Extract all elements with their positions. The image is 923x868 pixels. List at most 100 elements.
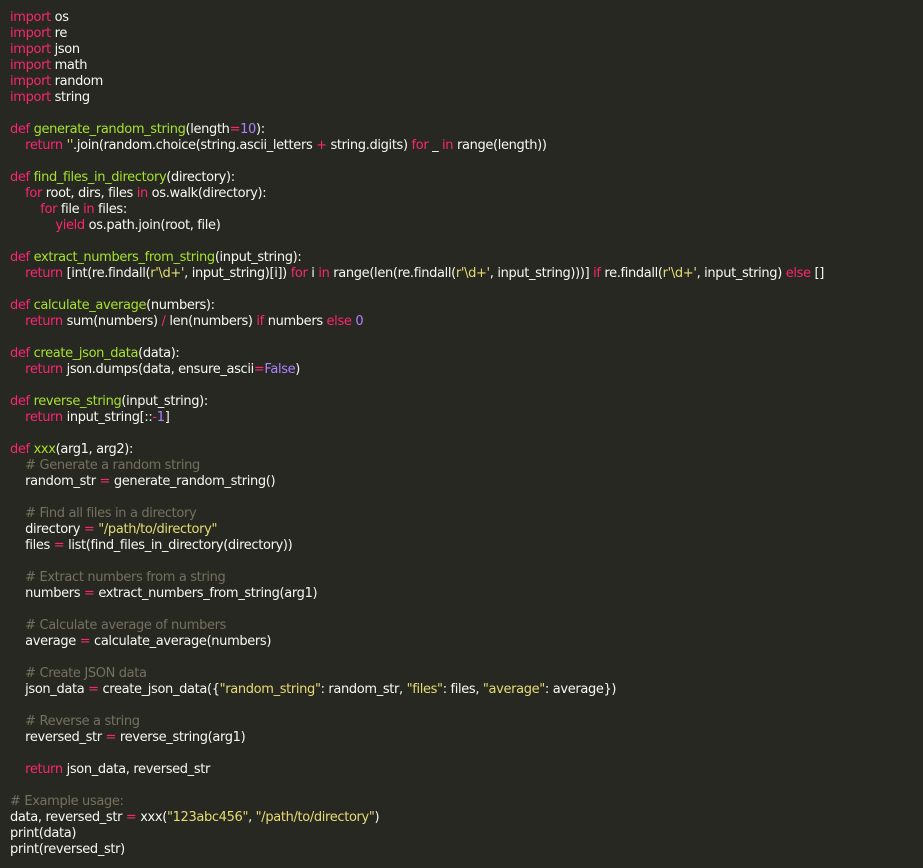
code-text-token: average	[10, 634, 80, 649]
operator-token: =	[83, 586, 95, 601]
keyword-token: in	[318, 266, 330, 281]
code-line: return ''.join(random.choice(string.asci…	[10, 138, 920, 154]
string-token: "average"	[482, 682, 545, 697]
operator-token: =	[83, 522, 95, 537]
code-line: def calculate_average(numbers):	[10, 298, 920, 314]
function-name-token: extract_numbers_from_string	[33, 250, 216, 265]
operator-token: =	[105, 730, 117, 745]
code-text-token: print(data)	[10, 826, 77, 841]
string-token: "files"	[406, 682, 443, 697]
code-text-token: )	[374, 810, 380, 825]
code-editor[interactable]: import os import re import json import math…	[10, 10, 920, 858]
code-line: print(reversed_str)	[10, 842, 920, 858]
keyword-token: return	[25, 762, 63, 777]
code-line: def extract_numbers_from_string(input_st…	[10, 250, 920, 266]
code-text-token: random_str	[10, 474, 100, 489]
code-line: import string	[10, 90, 920, 106]
keyword-token: yield	[55, 218, 85, 233]
code-text-token: .join(random.choice(string.ascii_letters	[73, 138, 317, 153]
code-text-token: data, reversed_str	[10, 810, 126, 825]
code-text-token: generate_random_string()	[110, 474, 276, 489]
comment-token: # Example usage:	[10, 794, 124, 809]
code-line: def xxx(arg1, arg2):	[10, 442, 920, 458]
string-token: "/path/to/directory"	[98, 522, 218, 537]
code-text-token: files:	[94, 202, 127, 217]
code-text-token: len(numbers)	[165, 314, 257, 329]
number-token: 0	[355, 314, 364, 329]
code-line: def reverse_string(input_string):	[10, 394, 920, 410]
code-text-token: calculate_average(numbers)	[90, 634, 272, 649]
code-text-token: (directory):	[166, 170, 235, 185]
keyword-token: if	[256, 314, 264, 329]
operator-token: =	[253, 362, 265, 377]
code-line: def generate_random_string(length=10):	[10, 122, 920, 138]
code-text-token: extract_numbers_from_string(arg1)	[94, 586, 318, 601]
keyword-token: def	[10, 122, 30, 137]
keyword-token: else	[785, 266, 811, 281]
keyword-token: def	[10, 394, 30, 409]
code-text-token: string	[50, 90, 91, 105]
operator-token: +	[316, 138, 327, 153]
function-name-token: reverse_string	[33, 394, 122, 409]
string-token: r'\d+'	[150, 266, 185, 281]
keyword-token: return	[25, 266, 63, 281]
code-line: return json_data, reversed_str	[10, 762, 920, 778]
code-line: return [int(re.findall(r'\d+', input_str…	[10, 266, 920, 282]
code-text-token: json.dumps(data, ensure_ascii	[62, 362, 255, 377]
comment-token: # Create JSON data	[25, 666, 147, 681]
code-text-token: directory	[10, 522, 84, 537]
code-text-token: root, dirs, files	[41, 186, 137, 201]
string-token: "/path/to/directory"	[255, 810, 375, 825]
keyword-token: in	[442, 138, 454, 153]
code-text-token: ,	[248, 810, 256, 825]
code-line: # Extract numbers from a string	[10, 570, 920, 586]
code-text-token: random	[50, 74, 104, 89]
keyword-token: def	[10, 170, 30, 185]
code-text-token: file	[57, 202, 84, 217]
code-text-token: i	[307, 266, 319, 281]
code-line: return sum(numbers) / len(numbers) if nu…	[10, 314, 920, 330]
keyword-token: return	[25, 314, 63, 329]
code-text-token: ):	[255, 122, 265, 137]
keyword-token: import	[10, 58, 51, 73]
code-text-token: : random_str,	[320, 682, 407, 697]
code-line: # Generate a random string	[10, 458, 920, 474]
keyword-token: for	[25, 186, 42, 201]
code-text-token: json	[50, 42, 81, 57]
keyword-token: else	[326, 314, 352, 329]
keyword-token: import	[10, 10, 51, 25]
code-text-token: reversed_str	[10, 730, 106, 745]
code-line: # Find all files in a directory	[10, 506, 920, 522]
code-text-token: input_string[::	[62, 410, 153, 425]
code-line: yield os.path.join(root, file)	[10, 218, 920, 234]
operator-token: =	[53, 538, 65, 553]
code-text-token: create_json_data({	[98, 682, 220, 697]
code-text-token: [int(re.findall(	[62, 266, 151, 281]
code-text-token: json_data, reversed_str	[62, 762, 211, 777]
code-text-token: print(reversed_str)	[10, 842, 125, 857]
code-line: json_data = create_json_data({"random_st…	[10, 682, 920, 698]
code-text-token: math	[50, 58, 88, 73]
code-line: import math	[10, 58, 920, 74]
code-line: random_str = generate_random_string()	[10, 474, 920, 490]
code-text-token: : average})	[544, 682, 617, 697]
function-name-token: find_files_in_directory	[33, 170, 167, 185]
code-text-token: os.walk(directory):	[147, 186, 267, 201]
code-text-token: sum(numbers)	[62, 314, 162, 329]
code-text-token: )	[295, 362, 301, 377]
code-line: # Example usage:	[10, 794, 920, 810]
string-token: r'\d+'	[662, 266, 697, 281]
function-name-token: create_json_data	[33, 346, 139, 361]
keyword-token: in	[136, 186, 149, 201]
